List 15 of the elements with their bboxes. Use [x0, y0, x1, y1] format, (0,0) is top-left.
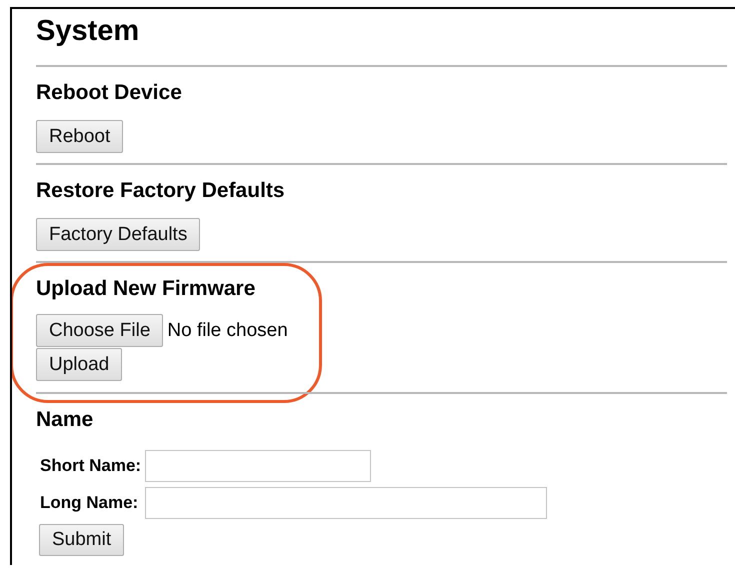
upload-button[interactable]: Upload [36, 348, 122, 381]
factory-defaults-button[interactable]: Factory Defaults [36, 218, 200, 251]
text-input-field[interactable] [145, 487, 548, 519]
section-heading: Reboot Device [36, 81, 183, 105]
page-title: System [36, 14, 140, 49]
section-heading: Restore Factory Defaults [36, 179, 286, 203]
submit-button[interactable]: Submit [39, 524, 124, 556]
section-heading: Name [36, 408, 94, 432]
field-label: Long Name: [39, 493, 140, 513]
field-label: Short Name: [39, 456, 142, 476]
choose-file-button[interactable]: Choose File [36, 314, 164, 347]
reboot-button[interactable]: Reboot [36, 120, 124, 153]
file-status: No file chosen [167, 320, 288, 342]
section-heading: Upload New Firmware [36, 277, 256, 301]
text-input-field[interactable] [145, 450, 372, 482]
